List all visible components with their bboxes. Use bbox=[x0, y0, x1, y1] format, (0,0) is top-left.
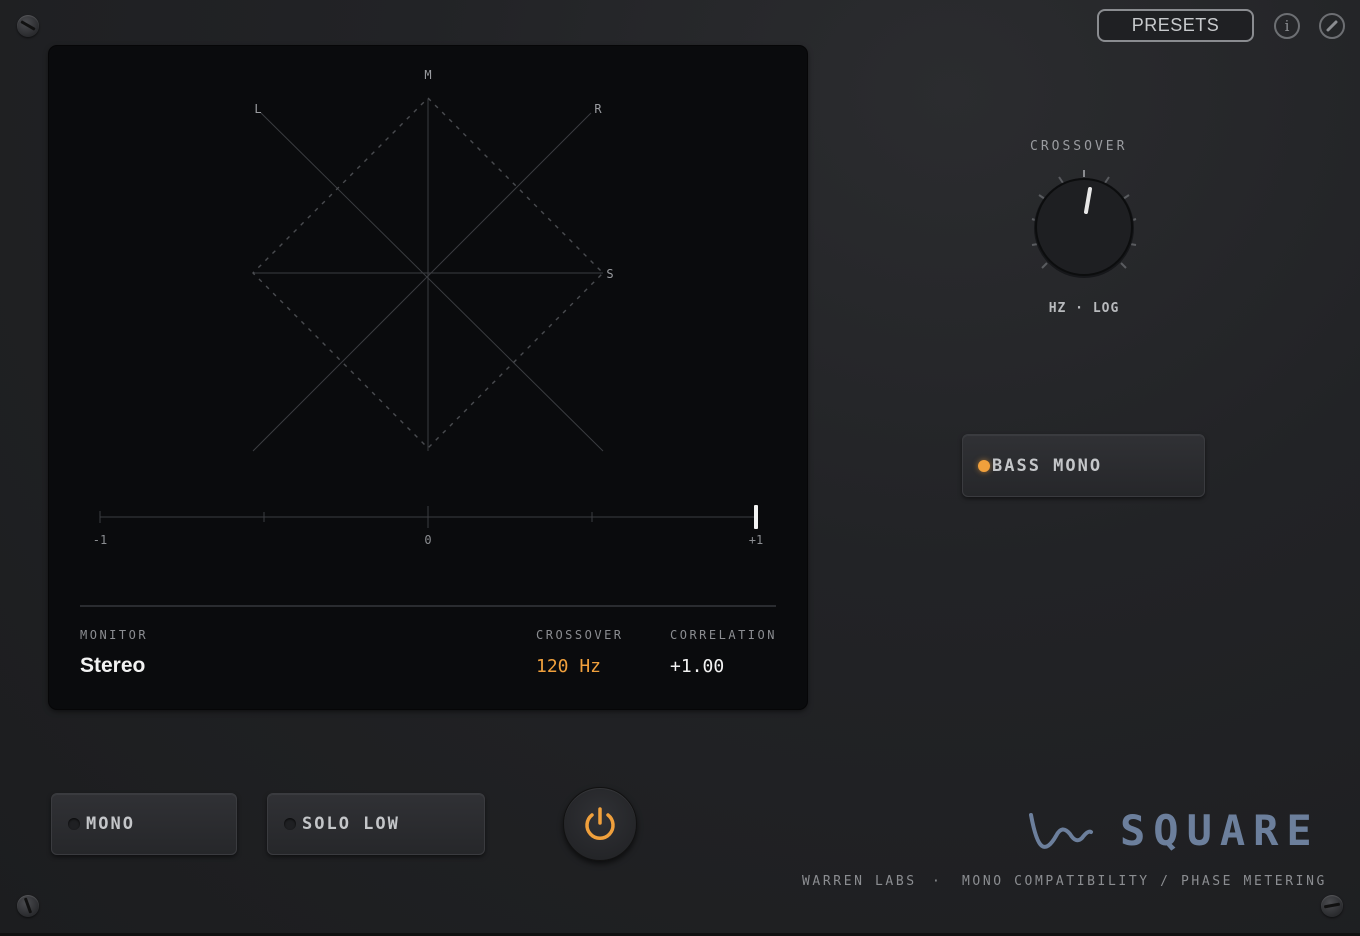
power-button[interactable] bbox=[563, 787, 637, 861]
crossover-stat-label: CROSSOVER bbox=[536, 628, 624, 642]
power-icon bbox=[585, 807, 615, 840]
mono-label: MONO bbox=[86, 814, 135, 834]
company-name: WARREN LABS bbox=[802, 874, 917, 889]
axis-label-s: S bbox=[606, 267, 613, 281]
meter-tick-label: -1 bbox=[93, 533, 107, 547]
presets-button[interactable]: PRESETS bbox=[1097, 9, 1254, 42]
bass-mono-label: BASS MONO bbox=[992, 455, 1103, 476]
goniometer-display: M L R S -1 0 +1 MONITOR Stereo CROSSOVER… bbox=[49, 46, 807, 709]
bass-mono-led bbox=[978, 459, 990, 472]
l-axis-line bbox=[260, 112, 604, 452]
axis-label-m: M bbox=[424, 68, 431, 82]
mono-button[interactable]: MONO bbox=[51, 793, 237, 855]
solo-low-led bbox=[284, 818, 296, 830]
pencil-icon[interactable] bbox=[1319, 13, 1345, 39]
screw-icon bbox=[1321, 895, 1343, 917]
monitor-value: Stereo bbox=[80, 654, 146, 677]
monitor-label: MONITOR bbox=[80, 628, 149, 642]
screw-icon bbox=[17, 15, 39, 37]
product-name: SQUARE bbox=[1120, 806, 1320, 855]
wave-logo-icon bbox=[1029, 813, 1093, 849]
correlation-meter: -1 0 +1 bbox=[93, 505, 763, 547]
screw-icon bbox=[17, 895, 39, 917]
correlation-needle bbox=[754, 505, 758, 529]
plugin-panel: PRESETS i M L R S -1 0 +1 MONITOR Stereo… bbox=[0, 0, 1360, 936]
solo-low-button[interactable]: SOLO LOW bbox=[267, 793, 485, 855]
tagline-separator: · bbox=[932, 874, 943, 889]
axis-label-r: R bbox=[594, 102, 602, 116]
crossover-stat-value: 120 Hz bbox=[536, 656, 602, 677]
bass-mono-button[interactable]: BASS MONO bbox=[962, 434, 1205, 497]
info-icon[interactable]: i bbox=[1274, 13, 1300, 39]
axis-label-l: L bbox=[254, 102, 261, 116]
product-description: MONO COMPATIBILITY / PHASE METERING bbox=[962, 874, 1327, 889]
crossover-knob-unit-label: HZ · LOG bbox=[1048, 301, 1120, 316]
mono-led bbox=[68, 818, 80, 830]
meter-tick-label: 0 bbox=[424, 533, 431, 547]
crossover-knob-title: CROSSOVER bbox=[1030, 139, 1128, 154]
goniometer-graph: M L R S -1 0 +1 bbox=[80, 68, 776, 607]
crossover-knob[interactable] bbox=[1024, 164, 1144, 284]
correlation-label: CORRELATION bbox=[670, 628, 777, 642]
r-axis-line bbox=[252, 112, 592, 452]
correlation-value: +1.00 bbox=[670, 656, 725, 677]
knob-body bbox=[1035, 178, 1133, 276]
solo-low-label: SOLO LOW bbox=[302, 814, 400, 834]
meter-tick-label: +1 bbox=[749, 533, 763, 547]
